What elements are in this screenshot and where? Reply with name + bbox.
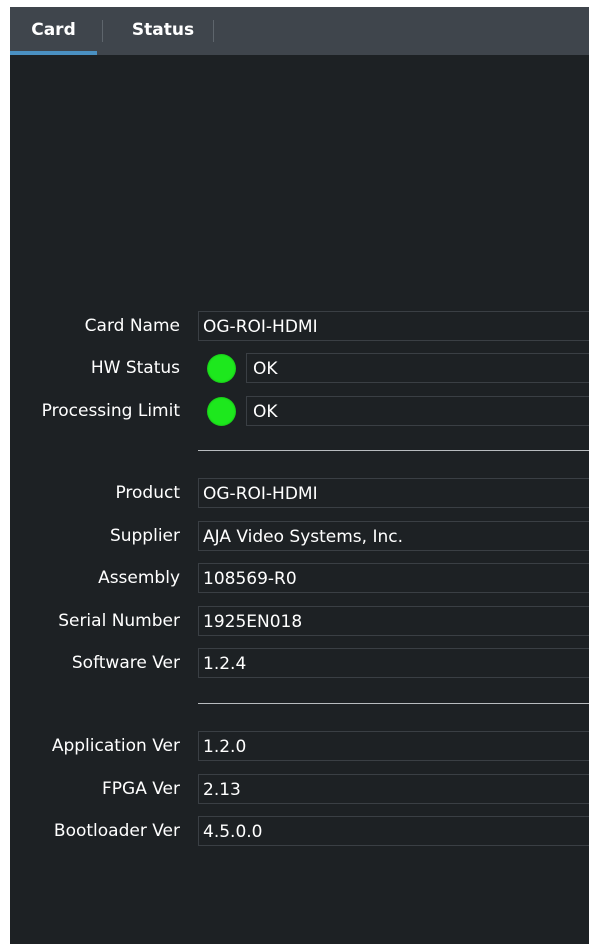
- supplier-label: Supplier: [109, 526, 180, 546]
- processing-limit-label: Processing Limit: [41, 401, 180, 421]
- tab-separator: [102, 20, 103, 42]
- hw-status-label: HW Status: [90, 358, 180, 378]
- product-field[interactable]: OG-ROI-HDMI: [198, 478, 589, 508]
- processing-limit-led-icon: [207, 397, 236, 426]
- fpga-ver-label: FPGA Ver: [102, 779, 180, 799]
- hw-status-field: OK: [246, 353, 589, 383]
- card-name-field[interactable]: OG-ROI-HDMI: [198, 311, 589, 341]
- serial-number-label: Serial Number: [58, 611, 180, 631]
- section-divider: [198, 703, 589, 704]
- hw-status-led-icon: [207, 354, 236, 383]
- card-panel: Card Status Card Name OG-ROI-HDMI HW Sta…: [10, 7, 589, 944]
- assembly-label: Assembly: [98, 568, 180, 588]
- bootloader-ver-field[interactable]: 4.5.0.0: [198, 816, 589, 846]
- tab-status[interactable]: Status: [108, 7, 218, 55]
- tab-card[interactable]: Card: [10, 7, 97, 55]
- assembly-field[interactable]: 108569-R0: [198, 563, 589, 593]
- processing-limit-field: OK: [246, 396, 589, 426]
- application-ver-field[interactable]: 1.2.0: [198, 731, 589, 761]
- software-ver-label: Software Ver: [71, 653, 180, 673]
- tab-separator: [213, 20, 214, 42]
- section-divider: [198, 450, 589, 451]
- fpga-ver-field[interactable]: 2.13: [198, 774, 589, 804]
- card-name-label: Card Name: [84, 316, 180, 336]
- application-ver-label: Application Ver: [51, 736, 180, 756]
- supplier-field[interactable]: AJA Video Systems, Inc.: [198, 521, 589, 551]
- software-ver-field[interactable]: 1.2.4: [198, 648, 589, 678]
- tab-bar: Card Status: [10, 7, 589, 55]
- bootloader-ver-label: Bootloader Ver: [53, 821, 180, 841]
- product-label: Product: [115, 483, 180, 503]
- serial-number-field[interactable]: 1925EN018: [198, 606, 589, 636]
